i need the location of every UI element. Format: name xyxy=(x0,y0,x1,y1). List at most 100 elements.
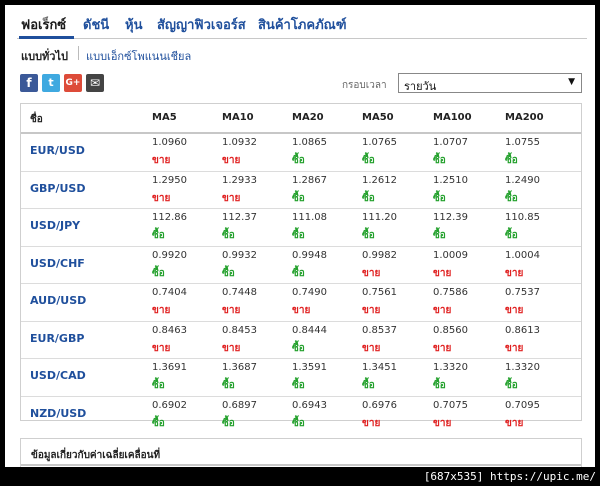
ma-value: 0.7404 xyxy=(152,287,187,298)
header-ma10: MA10 xyxy=(222,112,254,123)
google-plus-icon[interactable]: G+ xyxy=(64,74,82,92)
twitter-icon[interactable]: t xyxy=(42,74,60,92)
ma-value: 0.7075 xyxy=(433,399,468,411)
ma-cell: 1.3320 ซื้อ xyxy=(433,359,493,395)
ma-cell: 111.08 ซื้อ xyxy=(292,209,352,245)
ma-value: 1.2867 xyxy=(292,174,327,186)
ma-value: 112.86 xyxy=(152,212,187,223)
active-tab-indicator xyxy=(19,36,74,39)
pair-link[interactable]: USD/CHF xyxy=(30,257,85,270)
ma-value: 0.9932 xyxy=(222,249,257,261)
ma-cell: 1.0960 ขาย xyxy=(152,134,212,170)
sell-signal: ขาย xyxy=(152,305,171,316)
ma-value: 0.8453 xyxy=(222,324,257,336)
sell-signal: ขาย xyxy=(433,267,452,279)
header-ma5: MA5 xyxy=(152,112,177,123)
sell-signal: ขาย xyxy=(292,305,311,316)
ma-cell: 1.0932 ขาย xyxy=(222,134,282,170)
ma-value: 1.0707 xyxy=(433,137,468,148)
header-ma50: MA50 xyxy=(362,112,394,123)
ma-value: 0.7537 xyxy=(505,287,540,298)
ma-cell: 0.7448 ขาย xyxy=(222,284,282,320)
ma-value: 0.8560 xyxy=(433,324,468,336)
ma-cell: 0.7537 ขาย xyxy=(505,284,565,320)
timeframe-select[interactable]: รายวัน ▼ xyxy=(398,73,582,93)
watermark-text: [687x535] https://upic.me/ xyxy=(423,470,596,483)
ma-cell: 112.86 ซื้อ xyxy=(152,209,212,245)
ma-value: 1.0009 xyxy=(433,249,468,261)
ma-value: 112.37 xyxy=(222,212,257,223)
sell-signal: ขาย xyxy=(222,342,241,354)
ma-cell: 112.37 ซื้อ xyxy=(222,209,282,245)
buy-signal: ซื้อ xyxy=(292,380,305,391)
ma-cell: 0.6943 ซื้อ xyxy=(292,397,352,433)
tab-forex[interactable]: ฟอเร็กซ์ xyxy=(21,14,66,35)
pair-link[interactable]: EUR/USD xyxy=(30,144,85,157)
facebook-icon[interactable]: f xyxy=(20,74,38,92)
sell-signal: ขาย xyxy=(505,305,524,316)
ma-cell: 0.8613 ขาย xyxy=(505,322,565,358)
ma-cell: 1.2612 ซื้อ xyxy=(362,172,422,208)
sell-signal: ขาย xyxy=(362,417,381,429)
ma-value: 1.0932 xyxy=(222,137,257,148)
ma-cell: 0.6897 ซื้อ xyxy=(222,397,282,433)
email-icon[interactable]: ✉ xyxy=(86,74,104,92)
nav-divider xyxy=(17,38,587,39)
ma-value: 0.7448 xyxy=(222,287,257,298)
main-nav: ฟอเร็กซ์ ดัชนี หุ้น สัญญาฟิวเจอร์ส สินค้… xyxy=(5,5,595,39)
header-name: ชื่อ xyxy=(30,114,43,125)
header-ma20: MA20 xyxy=(292,112,324,123)
buy-signal: ซื้อ xyxy=(152,230,165,241)
ma-cell: 1.3451 ซื้อ xyxy=(362,359,422,395)
tab-futures[interactable]: สัญญาฟิวเจอร์ส xyxy=(157,14,246,35)
buy-signal: ซื้อ xyxy=(222,417,235,429)
buy-signal: ซื้อ xyxy=(292,230,305,241)
buy-signal: ซื้อ xyxy=(505,380,518,391)
tab-stocks[interactable]: หุ้น xyxy=(125,14,142,35)
pair-link[interactable]: EUR/GBP xyxy=(30,332,84,345)
sell-signal: ขาย xyxy=(433,305,452,316)
buy-signal: ซื้อ xyxy=(362,380,375,391)
ma-cell: 0.6902 ซื้อ xyxy=(152,397,212,433)
ma-value: 1.0865 xyxy=(292,137,327,148)
ma-value: 0.7490 xyxy=(292,287,327,298)
table-header: ชื่อ MA5 MA10 MA20 MA50 MA100 MA200 xyxy=(21,104,581,134)
ma-value: 0.9920 xyxy=(152,249,187,261)
ma-cell: 0.9920 ซื้อ xyxy=(152,247,212,283)
ma-value: 1.3687 xyxy=(222,362,257,373)
tab-indices[interactable]: ดัชนี xyxy=(83,14,109,35)
ma-cell: 1.0865 ซื้อ xyxy=(292,134,352,170)
pair-link[interactable]: USD/CAD xyxy=(30,369,86,382)
ma-cell: 1.2490 ซื้อ xyxy=(505,172,565,208)
table-row: EUR/GBP 0.8463 ขาย 0.8453 ขาย 0.8444 ซื้อ 0.853… xyxy=(21,322,581,359)
buy-signal: ซื้อ xyxy=(222,230,235,241)
ma-cell: 1.2867 ซื้อ xyxy=(292,172,352,208)
sell-signal: ขาย xyxy=(505,342,524,354)
subtab-exponential[interactable]: แบบเอ็กซ์โพแนนเชียล xyxy=(86,47,191,65)
ma-value: 0.9982 xyxy=(362,249,397,261)
subtab-simple[interactable]: แบบทั่วไป xyxy=(21,47,68,65)
ma-value: 0.6976 xyxy=(362,399,397,411)
ma-cell: 0.7561 ขาย xyxy=(362,284,422,320)
buy-signal: ซื้อ xyxy=(362,155,375,166)
pair-link[interactable]: USD/JPY xyxy=(30,219,80,232)
buy-signal: ซื้อ xyxy=(292,192,305,204)
pair-link[interactable]: NZD/USD xyxy=(30,407,86,420)
sell-signal: ขาย xyxy=(362,305,381,316)
ma-value: 0.8444 xyxy=(292,324,327,336)
ma-value: 1.0960 xyxy=(152,137,187,148)
pair-link[interactable]: GBP/USD xyxy=(30,182,85,195)
ma-value: 1.3691 xyxy=(152,362,187,373)
tab-commodities[interactable]: สินค้าโภคภัณฑ์ xyxy=(258,14,347,35)
sell-signal: ขาย xyxy=(505,267,524,279)
ma-cell: 112.39 ซื้อ xyxy=(433,209,493,245)
ma-cell: 0.8444 ซื้อ xyxy=(292,322,352,358)
ma-cell: 0.7075 ขาย xyxy=(433,397,493,433)
ma-cell: 1.3591 ซื้อ xyxy=(292,359,352,395)
pair-link[interactable]: AUD/USD xyxy=(30,294,86,307)
sell-signal: ขาย xyxy=(152,155,171,166)
ma-value: 111.20 xyxy=(362,212,397,223)
ma-value: 0.6902 xyxy=(152,399,187,411)
ma-value: 111.08 xyxy=(292,212,327,223)
ma-value: 1.3320 xyxy=(505,362,540,373)
